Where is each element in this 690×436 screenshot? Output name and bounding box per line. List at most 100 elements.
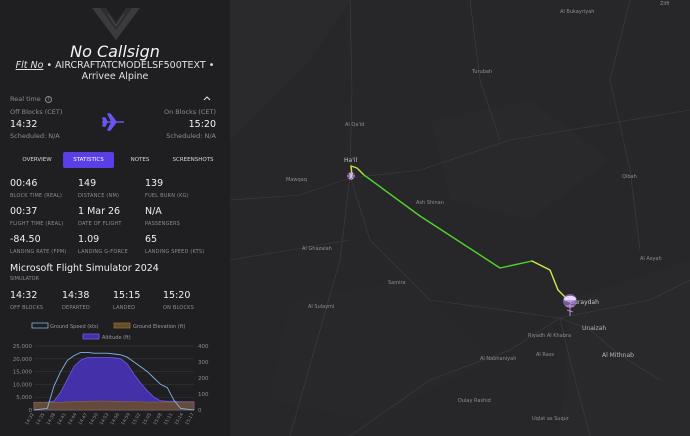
phase-time: 14:38 (62, 290, 90, 301)
stat-label: LANDING RATE (FPM) (10, 249, 67, 255)
legend-label-elevation: Ground Elevation (ft) (133, 324, 185, 330)
y-right-tick-label: 100 (198, 392, 209, 398)
place-label: Al Bukayriyah (560, 9, 594, 15)
place-label: Samira (388, 280, 406, 286)
stat-landing-speed: 65 LANDING SPEED (KTS) (145, 234, 204, 255)
place-label: Al Ghazalah (302, 246, 332, 252)
x-tick-label: 15:11 (163, 412, 175, 426)
stat-label: PASSENGERS (145, 221, 181, 227)
phase-label: OFF BLOCKS (10, 305, 44, 311)
x-tick-label: 14:35 (35, 412, 47, 426)
real-time-label: Real time (10, 95, 41, 103)
chart-series (33, 351, 195, 411)
place-label: Al Rass (536, 352, 554, 358)
flight-profile-chart: Ground Speed (kts) Ground Elevation (ft)… (13, 322, 209, 426)
x-axis: 14:32 14:35 14:38 14:41 14:44 14:47 14:50 14:53… (24, 412, 196, 426)
x-tick-label: 14:41 (56, 412, 68, 426)
x-tick-label: 15:17 (184, 412, 196, 426)
map-canvas[interactable]: Al Qa'id Ha'il Turubah Mawqaq Ash Shinan… (230, 0, 690, 436)
place-label: Al Qa'id (345, 122, 364, 128)
stat-value: 149 (78, 178, 97, 189)
place-label: Qibah (622, 174, 637, 180)
tab-notes[interactable]: NOTES (115, 152, 165, 168)
place-label: Uqlat as Suqur (532, 416, 570, 422)
stat-block-time: 00:46 BLOCK TIME (REAL) (10, 178, 62, 199)
x-tick-label: 15:14 (173, 412, 185, 426)
stat-label: FUEL BURN (KG) (145, 193, 189, 199)
x-tick-label: 14:38 (45, 412, 57, 426)
y-left-tick-label: 10,000 (13, 382, 33, 388)
stat-g-force: 1.09 LANDING G-FORCE (78, 234, 128, 255)
airline-name: Arrivee Alpine (81, 71, 149, 82)
place-label: Al Sulaymi (308, 304, 334, 310)
place-label: Ash Shinan (416, 200, 444, 206)
tab-overview[interactable]: OVERVIEW (12, 152, 62, 168)
stat-date: 1 Mar 26 DATE OF FLIGHT (78, 206, 122, 227)
stat-fuel-burn: 139 FUEL BURN (KG) (145, 178, 189, 199)
place-label: Turubah (471, 69, 492, 75)
phase-departed: 14:38 DEPARTED (62, 290, 90, 311)
stat-value: N/A (145, 206, 162, 217)
stat-landing-rate: -84.50 LANDING RATE (FPM) (10, 234, 66, 255)
y-right-tick-label: 300 (198, 360, 209, 366)
flight-number-line: Flt No • AIRCRAFTATCMODELSF500TEXT • (0, 60, 230, 71)
stat-distance: 149 DISTANCE (NM) (78, 178, 119, 199)
flight-info-panel: No Callsign Flt No • AIRCRAFTATCMODELSF5… (0, 0, 230, 436)
stat-value: 65 (145, 234, 158, 245)
help-icon[interactable]: ? (44, 96, 52, 103)
phase-on-blocks: 15:20 ON BLOCKS (163, 290, 194, 311)
y-left-tick-label: 15,000 (13, 370, 33, 376)
legend-swatch-elevation[interactable] (113, 322, 131, 329)
on-blocks-time: 15:20 (188, 119, 216, 130)
off-blocks-time: 14:32 (10, 119, 38, 130)
scheduled-on: Scheduled: N/A (166, 132, 216, 140)
place-label: Unaizah (582, 325, 606, 332)
stat-label: BLOCK TIME (REAL) (10, 193, 63, 199)
y-left-tick-label: 20,000 (13, 357, 33, 363)
airplane-icon (102, 113, 124, 131)
ground-elevation-area (33, 400, 195, 411)
callsign: No Callsign (70, 42, 160, 61)
aircraft-model: AIRCRAFTATCMODELSF500TEXT (55, 60, 206, 71)
y-right-tick-label: 0 (198, 408, 202, 414)
tab-screenshots[interactable]: SCREENSHOTS (166, 152, 220, 168)
place-label: Al Nabhaniyah (480, 356, 516, 362)
flight-number-link[interactable]: Flt No (16, 60, 44, 71)
stat-flight-time: 00:37 FLIGHT TIME (REAL) (10, 206, 63, 227)
legend-label-speed: Ground Speed (kts) (50, 324, 99, 330)
x-tick-label: 14:59 (120, 412, 132, 426)
chevron-up-icon[interactable] (203, 95, 211, 101)
x-tick-label: 15:08 (152, 412, 164, 426)
stat-value: 00:37 (10, 206, 38, 217)
y-right-tick-label: 200 (198, 376, 209, 382)
legend-swatch-altitude[interactable] (82, 333, 100, 340)
legend-label-altitude: Altitude (ft) (102, 335, 131, 341)
simulator-label: SIMULATOR (10, 276, 40, 282)
place-label: Mawqaq (286, 177, 307, 183)
route-map[interactable]: Al Qa'id Ha'il Turubah Mawqaq Ash Shinan… (230, 0, 690, 436)
x-tick-label: 14:32 (24, 412, 36, 426)
chart-legend: Ground Speed (kts) Ground Elevation (ft)… (31, 322, 185, 341)
phase-label: DEPARTED (62, 305, 90, 311)
departure-marker[interactable] (347, 172, 355, 180)
stat-value: 1.09 (78, 234, 100, 245)
x-tick-label: 15:02 (131, 412, 143, 426)
x-tick-label: 14:56 (109, 412, 121, 426)
phase-label: LANDED (113, 305, 136, 311)
place-label: Al Mithnab (602, 352, 634, 359)
stat-value: 00:46 (10, 178, 38, 189)
place-label: Riyadh Al Khabra (528, 333, 571, 339)
phase-off-blocks: 14:32 OFF BLOCKS (10, 290, 43, 311)
real-time-toggle[interactable]: Real time ? (10, 95, 52, 103)
x-tick-label: 14:47 (77, 412, 89, 426)
y-left-tick-label: 25,000 (13, 344, 33, 350)
legend-swatch-speed[interactable] (31, 322, 49, 329)
separator-dot: • (208, 60, 215, 71)
x-tick-label: 15:05 (141, 412, 153, 426)
stat-label: FLIGHT TIME (REAL) (10, 221, 64, 227)
place-label: Al Asyah (640, 256, 662, 262)
tab-statistics[interactable]: STATISTICS (63, 152, 114, 168)
place-label: Zilfi (660, 1, 669, 7)
flight-detail-app: No Callsign Flt No • AIRCRAFTATCMODELSF5… (0, 0, 690, 436)
stat-label: DISTANCE (NM) (78, 193, 120, 199)
